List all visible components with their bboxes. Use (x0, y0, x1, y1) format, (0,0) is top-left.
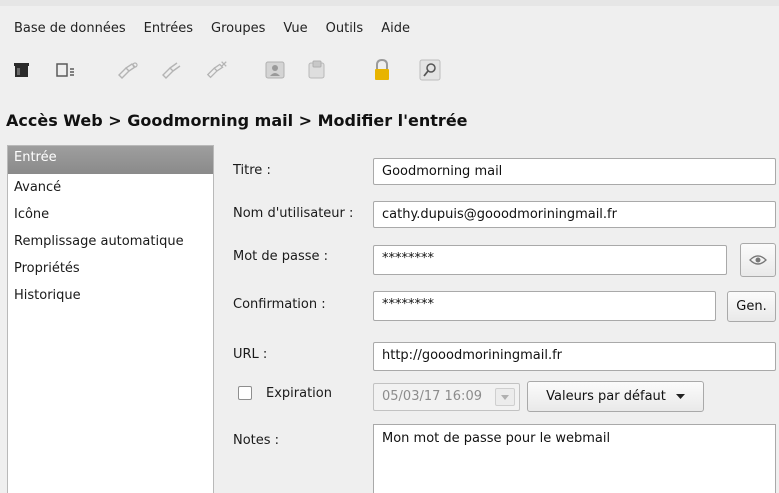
chevron-down-icon[interactable] (495, 388, 515, 406)
title-label: Titre : (233, 163, 271, 178)
menu-database[interactable]: Base de données (14, 21, 126, 36)
toolbar (0, 52, 779, 92)
sidebar-item-autotype[interactable]: Remplissage automatique (8, 228, 213, 255)
eye-icon (749, 255, 767, 265)
sidebar: Entrée Avancé Icône Remplissage automati… (7, 145, 214, 493)
username-field[interactable]: cathy.dupuis@gooodmoriningmail.fr (373, 201, 776, 228)
chevron-down-icon (675, 394, 685, 399)
menu-view[interactable]: Vue (283, 21, 307, 36)
url-field[interactable]: http://gooodmoriningmail.fr (373, 342, 776, 371)
copy-password-icon[interactable] (305, 58, 329, 82)
sidebar-item-entry[interactable]: Entrée (8, 146, 213, 174)
expiration-label: Expiration (266, 386, 332, 401)
breadcrumb: Accès Web > Goodmorning mail > Modifier … (6, 111, 468, 130)
username-label: Nom d'utilisateur : (233, 206, 354, 221)
generate-password-button[interactable]: Gen. (727, 291, 776, 322)
expiration-date-value: 05/03/17 16:09 (382, 389, 482, 404)
menu-groups[interactable]: Groupes (211, 21, 265, 36)
url-label: URL : (233, 347, 268, 362)
search-icon[interactable] (418, 58, 442, 82)
toggle-password-button[interactable] (740, 243, 776, 277)
notes-textarea[interactable]: Mon mot de passe pour le webmail (373, 424, 776, 493)
notes-label: Notes : (233, 433, 280, 448)
menu-help[interactable]: Aide (381, 21, 410, 36)
sidebar-item-properties[interactable]: Propriétés (8, 255, 213, 282)
expiration-date-field[interactable]: 05/03/17 16:09 (373, 383, 520, 411)
sidebar-item-history[interactable]: Historique (8, 282, 213, 309)
confirm-password-field[interactable]: ******** (373, 291, 716, 321)
delete-entry-icon[interactable] (205, 58, 229, 82)
defaults-dropdown[interactable]: Valeurs par défaut (527, 381, 704, 412)
expiration-checkbox[interactable] (238, 386, 252, 400)
new-database-icon[interactable] (10, 58, 34, 82)
title-field[interactable]: Goodmorning mail (373, 158, 776, 185)
add-entry-icon[interactable] (53, 58, 77, 82)
confirm-label: Confirmation : (233, 297, 326, 312)
password-field[interactable]: ******** (373, 245, 727, 275)
sidebar-item-advanced[interactable]: Avancé (8, 174, 213, 201)
sidebar-item-icon[interactable]: Icône (8, 201, 213, 228)
password-label: Mot de passe : (233, 249, 329, 264)
menu-bar: Base de données Entrées Groupes Vue Outi… (0, 6, 779, 50)
menu-entries[interactable]: Entrées (144, 21, 193, 36)
copy-username-icon[interactable] (263, 58, 287, 82)
clone-entry-icon[interactable] (160, 58, 184, 82)
lock-icon[interactable] (370, 58, 394, 82)
edit-entry-icon[interactable] (116, 58, 140, 82)
menu-tools[interactable]: Outils (326, 21, 364, 36)
defaults-dropdown-label: Valeurs par défaut (546, 389, 666, 404)
